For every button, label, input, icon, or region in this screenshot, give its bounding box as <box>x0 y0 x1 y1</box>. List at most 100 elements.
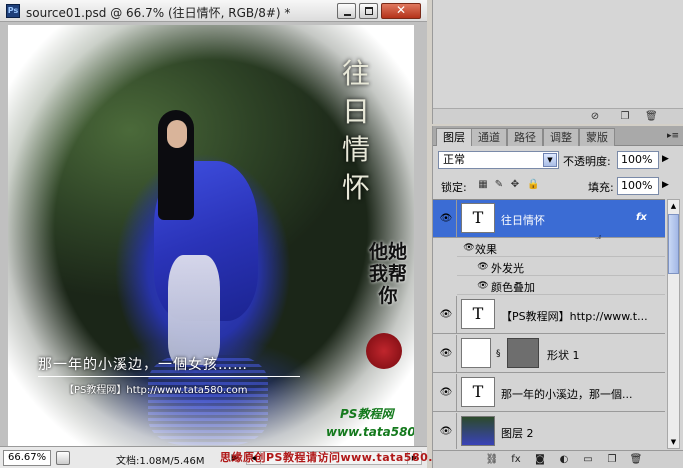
stop-icon[interactable]: ⊘ <box>589 111 601 123</box>
eye-icon[interactable]: 👁 <box>477 262 489 272</box>
document-window: Ps source01.psd @ 66.7% (往日情怀, RGB/8#) *… <box>0 0 521 468</box>
opacity-label: 不透明度: <box>563 155 611 168</box>
eye-icon[interactable]: 👁 <box>439 349 453 359</box>
trash-icon[interactable]: 🗑 <box>645 111 658 123</box>
lock-brush-icon[interactable]: ✎ <box>493 179 505 191</box>
adjustment-layer-icon[interactable]: ◐ <box>557 453 571 467</box>
site-logo-url: www.tata580.com <box>326 425 414 439</box>
calligraphy-text: 他她我帮你 <box>368 241 407 307</box>
layer-name[interactable]: 【PS教程网】http://www.t... <box>501 308 648 324</box>
eye-icon[interactable]: 👁 <box>439 310 453 320</box>
layer-name[interactable]: 图层 2 <box>501 425 534 441</box>
tab-masks[interactable]: 蒙版 <box>579 128 615 146</box>
close-icon: ✕ <box>395 3 407 17</box>
photoshop-app-icon: Ps <box>6 4 20 18</box>
fill-label: 填充: <box>588 181 614 194</box>
layer-name[interactable]: 往日情怀 <box>501 212 545 228</box>
lock-transparent-icon[interactable]: ▦ <box>477 179 489 191</box>
document-titlebar[interactable]: Ps source01.psd @ 66.7% (往日情怀, RGB/8#) *… <box>0 0 427 22</box>
panel-tabs: 图层 通道 路径 调整 蒙版 ▸≡ <box>433 126 683 146</box>
status-info-icon[interactable] <box>56 451 70 465</box>
tab-channels[interactable]: 通道 <box>471 128 507 146</box>
link-icon[interactable]: § <box>496 349 501 359</box>
layer-row[interactable]: 👁 T 那一年的小溪边，那一個... <box>433 374 665 412</box>
canvas-image[interactable]: 往日情怀 他她我帮你 那一年的小溪边，一個女孩…… 【PS教程网】http://… <box>8 25 414 446</box>
scroll-up-icon[interactable]: ▲ <box>668 200 679 212</box>
layer-row[interactable]: 👁 T 【PS教程网】http://www.t... <box>433 296 665 334</box>
canvas-area[interactable]: 往日情怀 他她我帮你 那一年的小溪边，一個女孩…… 【PS教程网】http://… <box>0 22 427 446</box>
maximize-icon <box>365 7 373 15</box>
opacity-slider-arrow-icon[interactable]: ▶ <box>662 154 669 164</box>
layer-list: 👁 T 往日情怀 fx ☝ 👁 效果 👁 外发光 👁 颜色叠加 👁 T 【PS教… <box>433 199 665 449</box>
link-layers-icon[interactable]: ⛓ <box>485 453 499 467</box>
caption-divider <box>38 376 300 377</box>
fx-icon[interactable]: fx <box>636 212 647 223</box>
tab-adjustments[interactable]: 调整 <box>543 128 579 146</box>
zoom-field[interactable]: 66.67% <box>3 450 51 466</box>
caption-site-text: 【PS教程网】http://www.tata580.com <box>64 385 248 396</box>
layer-row[interactable]: 👁 T 往日情怀 fx ☝ <box>433 200 665 249</box>
fill-field[interactable]: 100% <box>617 177 659 195</box>
upper-panel: ⊘ ❐ 🗑 <box>432 0 683 124</box>
text-layer-thumbnail: T <box>461 203 495 233</box>
lock-label: 锁定: <box>441 181 467 194</box>
site-logo-text: PS教程网 <box>340 407 394 421</box>
new-group-icon[interactable]: ▭ <box>581 453 595 467</box>
caption-main-text: 那一年的小溪边，一個女孩…… <box>38 357 248 373</box>
lock-move-icon[interactable]: ✥ <box>509 179 521 191</box>
fx-icon[interactable]: fx <box>509 453 523 467</box>
panel-menu-icon[interactable]: ▸≡ <box>666 130 680 142</box>
eye-icon[interactable]: 👁 <box>439 214 453 224</box>
red-seal <box>366 333 402 369</box>
layers-panel: 图层 通道 路径 调整 蒙版 ▸≡ 正常 ▼ 不透明度: 100% ▶ 锁定: … <box>432 126 683 468</box>
new-item-icon[interactable]: ❐ <box>619 111 631 123</box>
minimize-icon <box>344 14 351 16</box>
text-layer-thumbnail: T <box>461 377 495 407</box>
layer-name[interactable]: 那一年的小溪边，那一個... <box>501 386 633 402</box>
delete-layer-icon[interactable]: 🗑 <box>629 453 643 467</box>
eye-icon[interactable]: 👁 <box>477 281 489 291</box>
lock-all-icon[interactable]: 🔒 <box>527 179 539 191</box>
shape-layer-thumbnail <box>461 338 491 368</box>
tab-layers[interactable]: 图层 <box>436 128 472 146</box>
layer-row[interactable]: 👁 § 形状 1 <box>433 335 665 373</box>
document-size: 文档:1.08M/5.46M <box>116 456 205 467</box>
add-mask-icon[interactable]: ◙ <box>533 453 547 467</box>
effects-label: 效果 <box>475 243 497 256</box>
layers-bottom-toolbar: ⛓ fx ◙ ◐ ▭ ❐ 🗑 <box>433 450 683 468</box>
scroll-down-icon[interactable]: ▼ <box>668 436 679 448</box>
scrollbar-thumb[interactable] <box>668 214 679 274</box>
effect-row[interactable]: 👁 颜色叠加 <box>457 277 665 295</box>
eye-icon[interactable]: 👁 <box>439 388 453 398</box>
visibility-cell[interactable]: 👁 <box>433 413 457 449</box>
upper-panel-toolbar: ⊘ ❐ 🗑 <box>433 108 683 124</box>
poem-vertical-text: 往日情怀 <box>341 57 370 204</box>
eye-icon[interactable]: 👁 <box>439 427 453 437</box>
layers-vertical-scrollbar[interactable]: ▲ ▼ <box>667 199 680 449</box>
visibility-cell[interactable]: 👁 <box>433 296 457 333</box>
effects-header-row[interactable]: 👁 效果 <box>457 239 665 257</box>
image-layer-thumbnail <box>461 416 495 446</box>
minimize-button[interactable] <box>337 3 356 19</box>
effect-outer-glow-label: 外发光 <box>491 262 524 275</box>
eye-icon[interactable]: 👁 <box>463 243 475 253</box>
text-layer-thumbnail: T <box>461 299 495 329</box>
layer-name[interactable]: 形状 1 <box>547 347 580 363</box>
effect-row[interactable]: 👁 外发光 <box>457 258 665 276</box>
visibility-cell[interactable]: 👁 <box>433 335 457 372</box>
new-layer-icon[interactable]: ❐ <box>605 453 619 467</box>
chevron-down-icon[interactable]: ▼ <box>543 153 557 167</box>
vector-mask-thumbnail <box>507 338 539 368</box>
blend-mode-value: 正常 <box>443 153 465 166</box>
visibility-cell[interactable]: 👁 <box>433 200 457 237</box>
close-button[interactable]: ✕ <box>381 3 421 19</box>
fill-slider-arrow-icon[interactable]: ▶ <box>662 180 669 190</box>
layer-row[interactable]: 👁 图层 2 <box>433 413 665 449</box>
maximize-button[interactable] <box>359 3 378 19</box>
effect-color-overlay-label: 颜色叠加 <box>491 281 535 294</box>
blend-mode-select[interactable]: 正常 ▼ <box>438 151 559 169</box>
document-title: source01.psd @ 66.7% (往日情怀, RGB/8#) * <box>26 6 291 20</box>
tab-paths[interactable]: 路径 <box>507 128 543 146</box>
visibility-cell[interactable]: 👁 <box>433 374 457 411</box>
opacity-field[interactable]: 100% <box>617 151 659 169</box>
